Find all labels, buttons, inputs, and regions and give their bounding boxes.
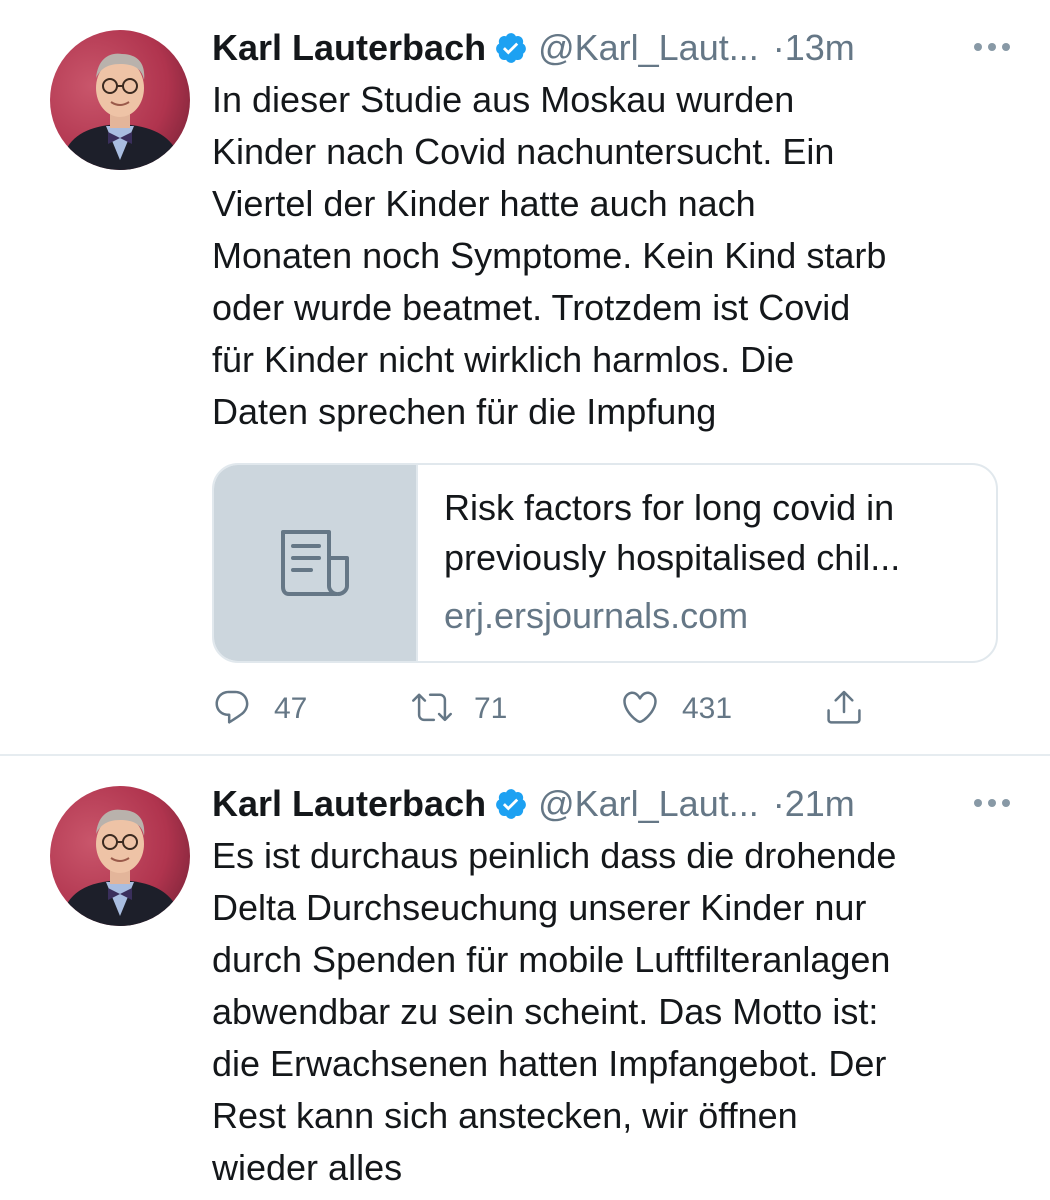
verified-badge-icon [494, 787, 528, 821]
tweet-header: Karl Lauterbach @Karl_Laut... ·21m [212, 778, 1012, 830]
like-count: 431 [682, 692, 733, 725]
retweet-icon[interactable] [412, 687, 452, 732]
tweet[interactable]: Karl Lauterbach @Karl_Laut... ·21m Es is… [0, 756, 1050, 1200]
heart-icon[interactable] [620, 687, 660, 732]
tweet-actions: 47 71 431 [212, 686, 912, 736]
card-divider [416, 465, 418, 661]
more-options-icon[interactable] [972, 36, 1012, 58]
avatar[interactable] [50, 30, 190, 170]
tweet-header: Karl Lauterbach @Karl_Laut... ·13m [212, 22, 1012, 74]
author-name[interactable]: Karl Lauterbach [212, 783, 486, 825]
tweet-text: Es ist durchaus peinlich dass die drohen… [212, 835, 897, 1188]
tweet-timestamp[interactable]: ·13m [773, 27, 855, 69]
tweet-text: In dieser Studie aus Moskau wurden Kinde… [212, 79, 887, 432]
author-handle[interactable]: @Karl_Laut... [538, 27, 759, 69]
tweet-content: Karl Lauterbach @Karl_Laut... ·13m In di… [212, 22, 1012, 438]
tweet[interactable]: Karl Lauterbach @Karl_Laut... ·13m In di… [0, 0, 1050, 755]
reply-count: 47 [274, 692, 308, 725]
reply-button[interactable]: 47 [212, 686, 307, 732]
like-button[interactable]: 431 [620, 686, 732, 732]
document-icon [277, 528, 353, 603]
retweet-count: 71 [474, 692, 508, 725]
card-title: Risk factors for long covid in previousl… [444, 487, 901, 578]
card-thumbnail [214, 465, 416, 661]
author-name[interactable]: Karl Lauterbach [212, 27, 486, 69]
share-icon[interactable] [824, 687, 864, 732]
verified-badge-icon [494, 31, 528, 65]
link-card[interactable]: Risk factors for long covid in previousl… [212, 463, 998, 663]
retweet-button[interactable]: 71 [412, 686, 507, 732]
card-domain: erj.ersjournals.com [444, 595, 749, 636]
more-options-icon[interactable] [972, 792, 1012, 814]
avatar[interactable] [50, 786, 190, 926]
tweet-timestamp[interactable]: ·21m [773, 783, 855, 825]
tweet-content: Karl Lauterbach @Karl_Laut... ·21m Es is… [212, 778, 1012, 1194]
share-button[interactable] [824, 686, 864, 732]
card-body: Risk factors for long covid in previousl… [444, 483, 984, 641]
author-handle[interactable]: @Karl_Laut... [538, 783, 759, 825]
reply-icon[interactable] [212, 687, 252, 732]
